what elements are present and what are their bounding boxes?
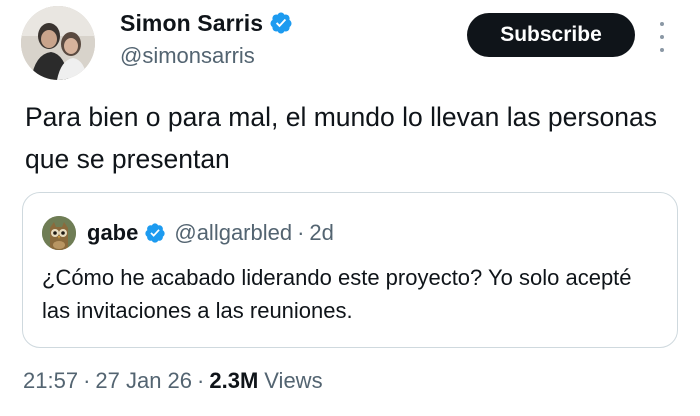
quoted-tweet[interactable]: gabe @allgarbled · 2d ¿Cómo he acabado l… [22, 192, 678, 348]
separator-dot: · [297, 220, 305, 245]
views-label: Views [264, 368, 323, 393]
quoted-handle[interactable]: @allgarbled [174, 220, 292, 246]
views-count: 2.3M [209, 368, 259, 393]
avatar-photo-icon [21, 6, 95, 80]
separator-dot: · [197, 368, 205, 393]
tweet-card: Simon Sarris @simonsarris Subscribe Para… [0, 0, 700, 416]
separator-dot: · [83, 368, 91, 393]
tweet-time[interactable]: 21:57 [23, 368, 78, 394]
quoted-display-name[interactable]: gabe [87, 220, 138, 246]
quoted-header: gabe @allgarbled · 2d [87, 216, 334, 250]
more-dot [660, 48, 664, 52]
quoted-author-avatar[interactable] [42, 216, 76, 250]
tweet-date[interactable]: 27 Jan 26 [95, 368, 192, 394]
quoted-tweet-text: ¿Cómo he acabado liderando este proyecto… [42, 265, 632, 323]
author-handle[interactable]: @simonsarris [120, 43, 255, 69]
author-display-name[interactable]: Simon Sarris [120, 10, 263, 37]
subscribe-button[interactable]: Subscribe [467, 13, 635, 57]
verified-badge-icon [144, 222, 166, 244]
tweet-text: Para bien o para mal, el mundo lo llevan… [25, 102, 657, 174]
verified-badge-icon [269, 11, 293, 35]
more-dot [660, 35, 664, 39]
author-name-row: Simon Sarris [120, 8, 293, 38]
more-vertical-icon[interactable] [652, 22, 672, 52]
quoted-timestamp[interactable]: 2d [309, 220, 333, 246]
author-avatar[interactable] [21, 6, 95, 80]
tweet-meta: 21:57 · 27 Jan 26 · 2.3M Views [23, 368, 323, 394]
more-dot [660, 22, 664, 26]
owl-avatar-icon [42, 216, 76, 250]
